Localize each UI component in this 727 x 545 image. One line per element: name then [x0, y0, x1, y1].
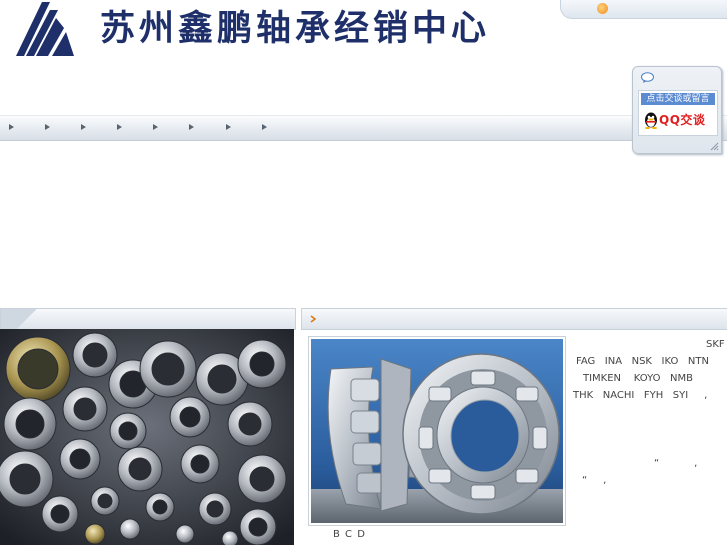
qq-panel: 点击交谈或留言 QQ交谈 [638, 90, 718, 136]
qq-chat-button[interactable]: QQ交谈 [641, 110, 715, 130]
nav-item-7[interactable] [225, 122, 235, 132]
nav-item-2[interactable] [44, 122, 54, 132]
bearings-collection-photo [0, 329, 294, 545]
cylindrical-bearing-image [311, 339, 563, 523]
right-section-header [301, 308, 727, 330]
left-section-header [0, 308, 296, 330]
nav-item-4[interactable] [116, 122, 126, 132]
logo-mark-icon [16, 2, 74, 56]
orange-dot-icon[interactable] [597, 3, 608, 14]
site-logo: 苏州鑫鹏轴承经销中心 [12, 0, 552, 58]
nav-item-8[interactable] [261, 122, 271, 132]
section-tab-decoration [1, 309, 41, 329]
nav-arrow-icon [45, 124, 50, 130]
nav-arrow-icon [9, 124, 14, 130]
nav-item-5[interactable] [152, 122, 162, 132]
nav-item-6[interactable] [188, 122, 198, 132]
logo-title: 苏州鑫鹏轴承经销中心 [100, 8, 491, 49]
qq-chat-widget: 点击交谈或留言 QQ交谈 [632, 66, 722, 154]
nav-arrow-icon [226, 124, 231, 130]
chat-bubble-icon [641, 72, 654, 83]
qq-penguin-icon [645, 112, 657, 129]
nav-arrow-icon [189, 124, 194, 130]
qq-chat-label: QQ交谈 [659, 113, 706, 127]
nav-arrow-icon [153, 124, 158, 130]
top-corner-bar [560, 0, 727, 19]
nav-arrow-icon [262, 124, 267, 130]
cylindrical-bearing-photo [311, 339, 563, 523]
intro-line-6: “ , [582, 475, 607, 486]
intro-line-3: TIMKEN KOYO NMB [583, 373, 694, 384]
nav-item-3[interactable] [80, 122, 90, 132]
photo-caption: B C D [333, 529, 366, 540]
intro-line-4: THK NACHI FYH SYI , [573, 390, 708, 401]
nav-bar [0, 115, 727, 141]
intro-line-5: “ , [654, 458, 698, 469]
nav-item-1[interactable] [8, 122, 18, 132]
qq-leave-message-link[interactable]: 点击交谈或留言 [641, 93, 715, 105]
intro-line-1: SKF [706, 339, 725, 350]
product-photo-frame [308, 336, 566, 526]
intro-line-2: FAG INA NSK IKO NTN [576, 356, 709, 367]
nav-arrow-icon [117, 124, 122, 130]
chevron-right-icon [310, 315, 317, 323]
bearings-collection-image [0, 329, 294, 545]
resize-grip-icon[interactable] [709, 141, 719, 151]
nav-arrow-icon [81, 124, 86, 130]
